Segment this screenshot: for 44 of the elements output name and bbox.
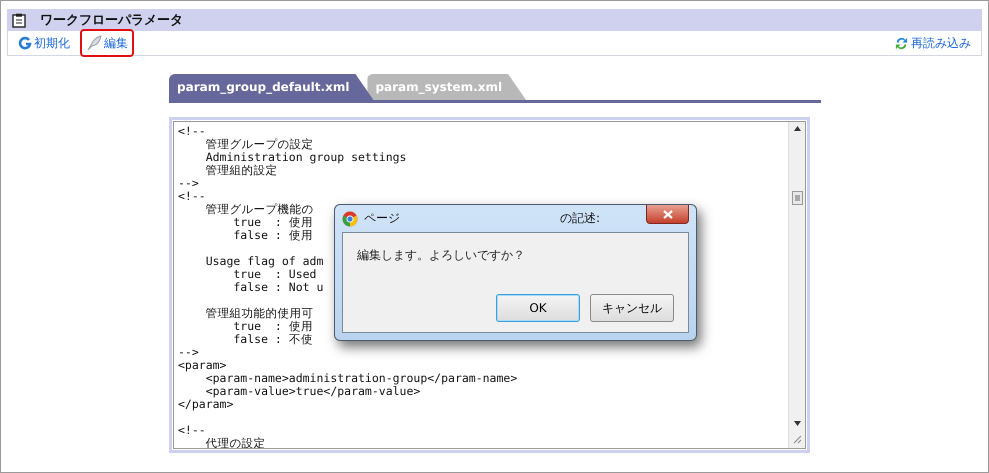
code-line: true : 使用 — [232, 320, 313, 333]
code-line: false : 不使 — [232, 333, 313, 346]
code-line: --> — [178, 177, 199, 190]
code-line: true : Used — [233, 268, 316, 281]
code-line: <!-- — [178, 190, 206, 203]
close-button[interactable] — [646, 205, 689, 224]
code-line: <param> — [178, 359, 226, 372]
clipboard-icon — [12, 12, 26, 28]
edit-link[interactable]: 編集 — [80, 29, 134, 57]
reset-link[interactable]: 初期化 — [12, 29, 76, 57]
cancel-button[interactable]: キャンセル — [590, 294, 674, 322]
code-line: 管理組功能的使用可 — [204, 307, 314, 320]
feather-icon — [86, 35, 102, 51]
code-line: 管理グループの設定 — [204, 138, 314, 151]
dialog-title-suffix: の記述: — [560, 210, 600, 227]
scroll-thumb-icon[interactable] — [792, 191, 802, 205]
code-line: <!-- — [178, 125, 206, 138]
ok-button[interactable]: OK — [496, 294, 580, 322]
close-icon — [662, 210, 672, 218]
code-line: false : Not u — [232, 281, 324, 294]
code-line: --> — [178, 346, 199, 359]
code-editor[interactable] — [173, 121, 806, 449]
code-line: 管理グループ機能の — [204, 203, 314, 216]
scroll-up-icon[interactable] — [794, 126, 800, 131]
reload-icon — [894, 36, 909, 50]
dialog-title: ページ — [364, 210, 400, 227]
code-line: <!-- — [178, 424, 206, 437]
code-line: Administration group settings — [204, 151, 406, 164]
code-line: false : 使用 — [232, 229, 313, 242]
code-line: </param> — [178, 398, 234, 411]
scroll-down-icon[interactable] — [794, 421, 800, 426]
refresh-icon — [18, 36, 32, 50]
code-line: <param-value>true</param-value> — [204, 385, 420, 398]
code-line: Usage flag of adm — [204, 255, 324, 268]
code-line: true : 使用 — [232, 216, 313, 229]
browser-logo-icon — [342, 210, 358, 226]
dialog-message: 編集します。よろしいですか？ — [357, 247, 526, 264]
file-tab[interactable]: param_group_default.xml — [169, 74, 374, 100]
panel-title: ワークフローパラメータ — [40, 12, 183, 29]
reload-link[interactable]: 再読み込み — [888, 29, 977, 57]
code-line: <param-name>administration-group</param-name> — [206, 372, 518, 385]
code-line: 管理組的設定 — [204, 164, 278, 177]
scrollbar[interactable] — [788, 122, 805, 448]
resize-grip-icon[interactable] — [792, 434, 802, 444]
